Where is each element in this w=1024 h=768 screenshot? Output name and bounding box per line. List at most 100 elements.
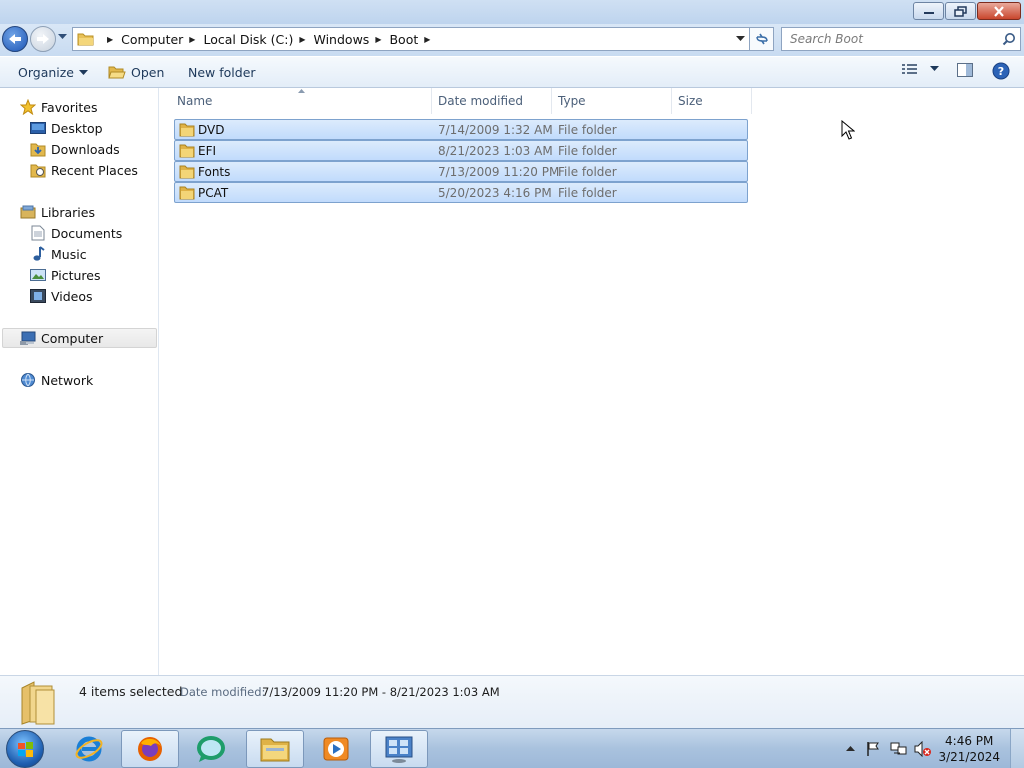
libraries-icon <box>20 205 36 219</box>
preview-pane-icon <box>957 63 973 77</box>
title-bar <box>0 0 1024 24</box>
refresh-button[interactable] <box>750 27 774 51</box>
network-status-icon[interactable] <box>890 741 908 757</box>
search-box <box>781 27 1021 51</box>
nav-libraries[interactable]: Libraries <box>20 202 95 222</box>
address-bar[interactable]: ▶ Computer ▶ Local Disk (C:) ▶ Windows ▶ Bo… <box>72 27 750 51</box>
nav-label: Recent Places <box>51 162 138 178</box>
computer-icon <box>20 331 36 345</box>
organize-button[interactable]: Organize <box>18 65 88 80</box>
firefox-icon <box>138 737 162 761</box>
nav-label: Computer <box>41 330 104 346</box>
file-row[interactable]: DVD 7/14/2009 1:32 AM File folder <box>174 119 748 140</box>
nav-computer[interactable]: Computer <box>2 328 157 348</box>
nav-music[interactable]: Music <box>30 244 87 264</box>
control-panel-icon <box>385 736 413 763</box>
open-label: Open <box>131 65 165 80</box>
network-icon <box>21 373 35 387</box>
date-modified-value: 7/13/2009 11:20 PM - 8/21/2023 1:03 AM <box>262 685 500 699</box>
open-button[interactable]: Open <box>108 65 164 80</box>
action-center-flag-icon[interactable] <box>866 741 880 757</box>
file-name: EFI <box>198 144 217 158</box>
breadcrumb-local-disk[interactable]: Local Disk (C:) ▶ <box>203 32 313 47</box>
taskbar-internet-explorer[interactable] <box>60 730 118 768</box>
file-type: File folder <box>558 165 617 179</box>
nav-pictures[interactable]: Pictures <box>30 265 101 285</box>
column-header-size[interactable]: Size <box>672 88 752 114</box>
navigation-pane: Favorites Desktop Downloads Recent Place… <box>0 88 159 675</box>
chat-bubble-icon <box>197 736 225 762</box>
address-row: ▶ Computer ▶ Local Disk (C:) ▶ Windows ▶ Bo… <box>0 24 1024 56</box>
maximize-button[interactable] <box>945 2 976 20</box>
show-hidden-icons-icon[interactable] <box>846 746 855 752</box>
file-row[interactable]: PCAT 5/20/2023 4:16 PM File folder <box>174 182 748 203</box>
nav-recent-places[interactable]: Recent Places <box>30 160 138 180</box>
nav-label: Videos <box>51 288 93 304</box>
arrow-left-icon <box>9 34 21 44</box>
clock-time: 4:46 PM <box>945 734 994 748</box>
restore-icon <box>953 5 967 17</box>
taskbar-control-panel[interactable] <box>370 730 428 768</box>
start-button[interactable] <box>6 730 44 768</box>
refresh-icon <box>755 33 768 45</box>
taskbar-firefox[interactable] <box>121 730 179 768</box>
media-player-icon <box>323 737 349 761</box>
file-row[interactable]: Fonts 7/13/2009 11:20 PM File folder <box>174 161 748 182</box>
taskbar-windows-explorer[interactable] <box>246 730 304 768</box>
column-header-name[interactable]: Name <box>170 88 432 114</box>
nav-network[interactable]: Network <box>20 370 93 390</box>
close-icon <box>994 5 1004 17</box>
column-header-type[interactable]: Type <box>552 88 672 114</box>
volume-muted-icon[interactable] <box>914 741 932 757</box>
file-list: Name Date modified Type Size DVD 7/14/20… <box>160 88 1024 675</box>
address-dropdown-icon[interactable] <box>736 36 745 42</box>
taskbar-app[interactable] <box>182 730 240 768</box>
documents-icon <box>31 225 45 241</box>
show-desktop-button[interactable] <box>1010 729 1024 768</box>
change-view-button[interactable] <box>902 63 939 75</box>
breadcrumb-windows[interactable]: Windows ▶ <box>314 32 390 47</box>
breadcrumb-separator[interactable]: ▶ <box>101 35 121 44</box>
close-button[interactable] <box>977 2 1021 20</box>
folder-icon <box>179 144 195 158</box>
nav-label: Documents <box>51 225 123 241</box>
mouse-cursor-icon <box>841 120 855 140</box>
search-icon[interactable] <box>1002 32 1016 46</box>
clock[interactable]: 4:46 PM 3/21/2024 <box>938 733 1000 765</box>
forward-button[interactable] <box>30 26 56 52</box>
help-icon: ? <box>992 62 1010 80</box>
file-rows: DVD 7/14/2009 1:32 AM File folder EFI 8/… <box>174 119 748 203</box>
nav-downloads[interactable]: Downloads <box>30 139 120 159</box>
folder-stack-icon <box>21 681 55 725</box>
window-controls <box>912 2 1021 20</box>
breadcrumb-computer[interactable]: Computer ▶ <box>121 32 203 47</box>
star-icon <box>20 99 36 115</box>
nav-desktop[interactable]: Desktop <box>30 118 103 138</box>
nav-videos[interactable]: Videos <box>30 286 93 306</box>
search-input[interactable] <box>782 28 982 50</box>
help-button[interactable]: ? <box>992 62 1010 80</box>
nav-favorites[interactable]: Favorites <box>20 97 97 117</box>
column-header-date[interactable]: Date modified <box>432 88 552 114</box>
file-date: 5/20/2023 4:16 PM <box>438 186 552 200</box>
downloads-icon <box>30 143 46 157</box>
new-folder-button[interactable]: New folder <box>188 65 256 80</box>
recent-pages-dropdown-icon[interactable] <box>58 34 67 40</box>
back-button[interactable] <box>2 26 28 52</box>
windows-logo-icon <box>18 742 33 757</box>
view-details-icon <box>902 64 917 74</box>
minimize-icon <box>923 12 934 14</box>
nav-documents[interactable]: Documents <box>30 223 122 243</box>
internet-explorer-icon <box>75 736 103 762</box>
breadcrumb-boot[interactable]: Boot ▶ <box>389 32 438 47</box>
nav-label: Favorites <box>41 99 98 115</box>
minimize-button[interactable] <box>913 2 944 20</box>
folder-icon <box>179 165 195 179</box>
taskbar-media-player[interactable] <box>307 730 365 768</box>
arrow-right-icon <box>37 34 49 44</box>
file-date: 7/13/2009 11:20 PM <box>438 165 560 179</box>
preview-pane-button[interactable] <box>957 63 973 77</box>
open-folder-icon <box>108 66 126 79</box>
chevron-down-icon <box>930 66 939 71</box>
file-row[interactable]: EFI 8/21/2023 1:03 AM File folder <box>174 140 748 161</box>
